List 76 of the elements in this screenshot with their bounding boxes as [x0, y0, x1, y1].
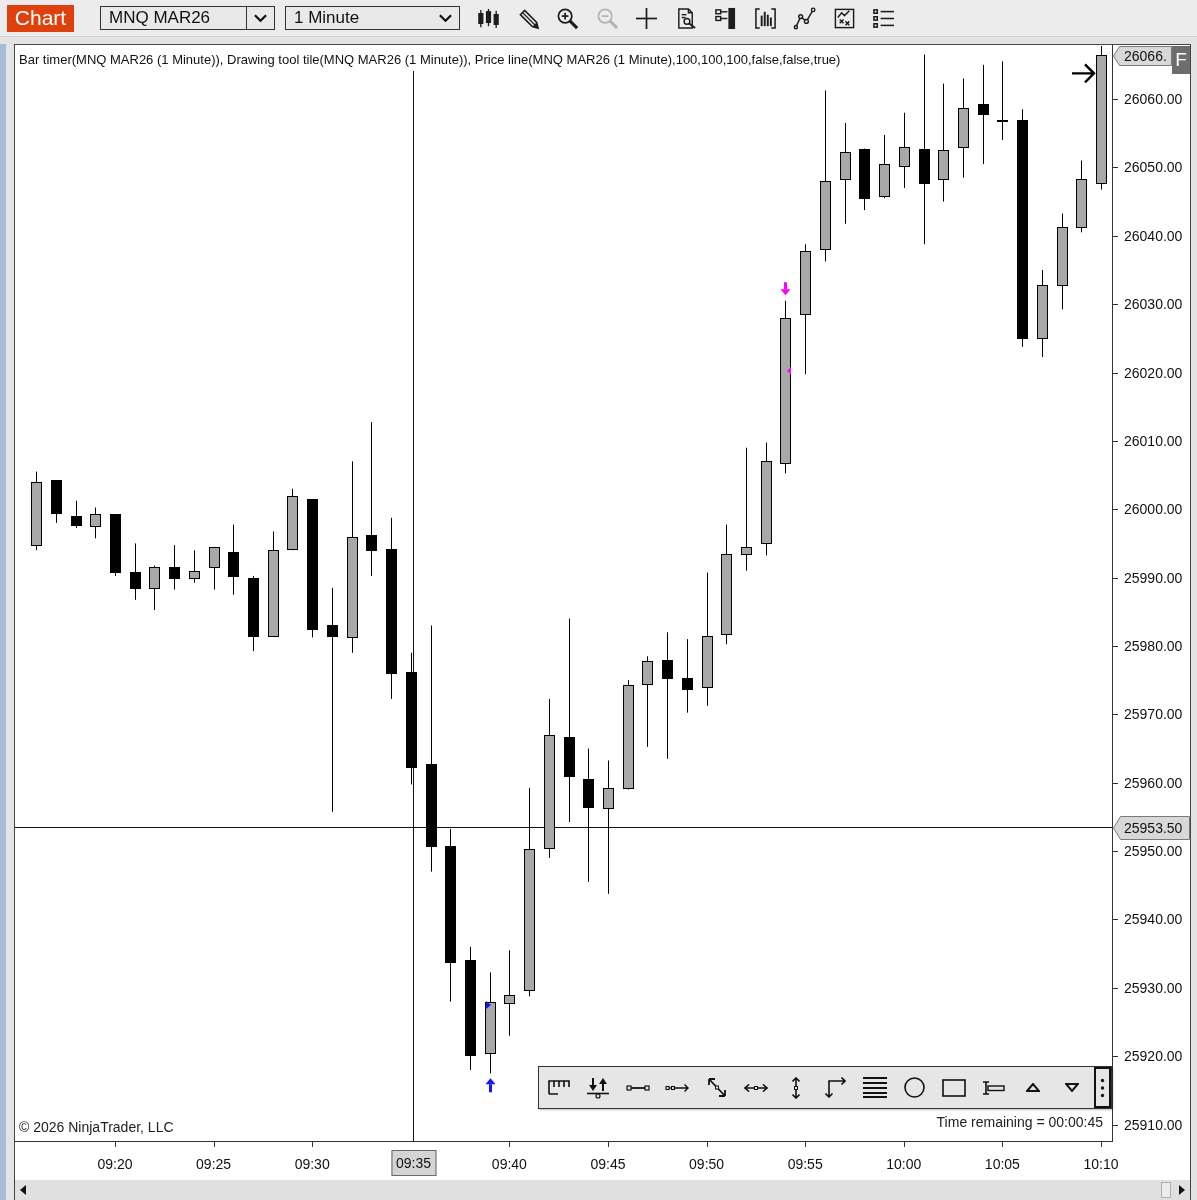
price-label: 26030.00	[1124, 296, 1183, 313]
copyright-text: © 2026 NinjaTrader, LLC	[19, 1119, 174, 1135]
indicator-legend: Bar timer(MNQ MAR26 (1 Minute)), Drawing tool tile(MNQ MAR26 (1 Minute)), Price line(MNQ MAR26 (1 Minute),100,100,100,false,false,true)	[19, 52, 841, 68]
candle	[879, 134, 890, 199]
candle	[287, 488, 298, 551]
candle	[859, 148, 870, 211]
time-label: 09:55	[787, 1156, 823, 1172]
crosshair-price-label: 25953.50	[1113, 815, 1190, 840]
ruler-icon	[547, 1080, 570, 1095]
candle	[130, 542, 141, 601]
price-label: 26020.00	[1124, 364, 1183, 381]
position-label: F	[1172, 46, 1190, 74]
time-label: 10:00	[886, 1156, 922, 1172]
price-label: 26050.00	[1124, 159, 1183, 176]
price-label: 25980.00	[1124, 638, 1183, 654]
time-label: 09:20	[97, 1156, 133, 1172]
down-up-arrows-icon	[586, 1076, 611, 1099]
candle	[110, 513, 121, 577]
right-triangle-icon	[1179, 1185, 1185, 1195]
chevron-down-icon	[439, 14, 452, 22]
price-label: 25920.00	[1124, 1048, 1183, 1065]
interval-dropdown[interactable]: 1 Minute	[285, 6, 460, 30]
price-label: 25940.00	[1124, 911, 1183, 928]
left-triangle-icon	[20, 1185, 26, 1195]
candle	[149, 565, 160, 611]
up-triangle-icon	[1025, 1083, 1040, 1092]
time-label: 09:45	[590, 1156, 626, 1172]
rectangle-icon	[941, 1078, 966, 1097]
vertical-double-arrow-icon	[791, 1076, 800, 1099]
down-triangle-icon	[1065, 1083, 1080, 1092]
up-arrow-icon	[485, 1078, 496, 1093]
last-price-label: 26066.	[1113, 46, 1172, 66]
chevron-down-icon	[254, 14, 267, 22]
candle	[51, 479, 62, 524]
candle	[209, 546, 220, 591]
text-cursor-icon	[981, 1080, 1005, 1095]
price-label: 25950.00	[1124, 843, 1183, 860]
price-label: 25910.00	[1124, 1116, 1183, 1133]
dropdown-button[interactable]	[247, 6, 275, 30]
price-label: 25930.00	[1124, 979, 1183, 996]
ray-icon	[665, 1083, 690, 1092]
price-label: 26000.00	[1124, 501, 1183, 518]
horizontal-lines-icon	[861, 1077, 888, 1098]
diagonal-arrow-icon	[707, 1078, 726, 1097]
candle	[71, 500, 82, 529]
line-segment-icon	[625, 1084, 650, 1091]
time-label: 09:30	[294, 1156, 330, 1172]
price-label: 26040.00	[1124, 227, 1183, 244]
window-title: Chart	[7, 4, 74, 32]
more-button[interactable]	[1094, 1067, 1111, 1108]
candle	[169, 544, 180, 591]
right-triangle-icon	[486, 1000, 491, 1009]
price-label: 25990.00	[1124, 569, 1183, 586]
timer-text: Time remaining = 00:00:45	[936, 1114, 1103, 1130]
candle	[228, 524, 239, 596]
price-label: 25970.00	[1124, 706, 1183, 723]
time-label: 09:40	[491, 1156, 527, 1172]
kebab-menu-icon	[1100, 1076, 1105, 1099]
price-label: 26010.00	[1124, 432, 1183, 449]
time-label: 09:25	[196, 1156, 232, 1172]
left-triangle-icon	[787, 366, 791, 375]
horizontal-double-arrow-icon	[744, 1083, 769, 1092]
candle	[189, 549, 200, 584]
circle-icon	[903, 1077, 925, 1098]
down-arrow-icon	[780, 282, 791, 296]
time-label: 10:05	[984, 1156, 1020, 1172]
price-label: 25960.00	[1124, 774, 1183, 791]
time-label: 09:50	[689, 1156, 725, 1172]
crosshair-time-label: 09:35	[391, 1150, 436, 1176]
corner-arrows-icon	[824, 1077, 846, 1098]
instrument-field[interactable]: MNQ MAR26	[100, 6, 247, 30]
price-label: 26060.00	[1124, 91, 1183, 107]
time-label: 10:10	[1083, 1156, 1119, 1172]
right-arrow-icon	[1070, 63, 1096, 84]
candle	[90, 507, 101, 539]
scroll-thumb[interactable]	[1161, 1182, 1171, 1198]
